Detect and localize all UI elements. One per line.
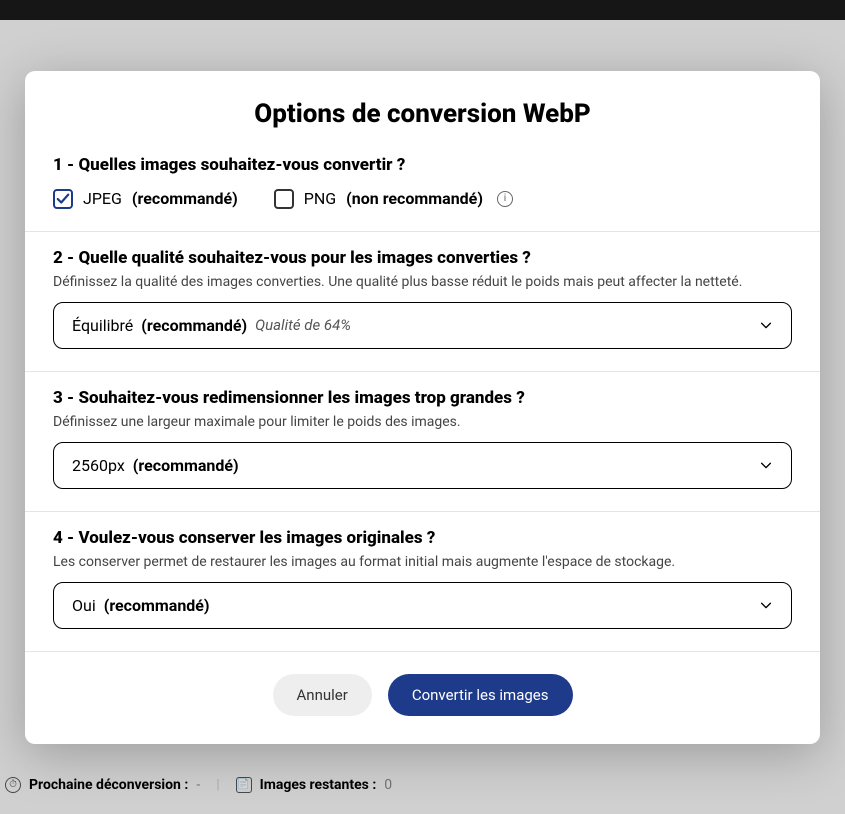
resize-value: 2560px: [72, 456, 125, 475]
chevron-down-icon: [759, 598, 773, 612]
section3-title: 3 - Souhaitez-vous redimensionner les im…: [53, 388, 792, 408]
section4-title: 4 - Voulez-vous conserver les images ori…: [53, 528, 792, 548]
section-resize: 3 - Souhaitez-vous redimensionner les im…: [25, 371, 820, 511]
info-icon[interactable]: i: [497, 191, 513, 207]
preserve-select[interactable]: Oui (recommandé): [53, 582, 792, 629]
png-checkbox-item[interactable]: PNG (non recommandé) i: [274, 189, 513, 209]
section4-desc: Les conserver permet de restaurer les im…: [53, 554, 792, 570]
png-label: PNG: [304, 189, 336, 208]
chevron-down-icon: [759, 318, 773, 332]
section-quality: 2 - Quelle qualité souhaitez-vous pour l…: [25, 231, 820, 371]
preserve-rec: (recommandé): [104, 596, 210, 615]
webp-conversion-modal: Options de conversion WebP 1 - Quelles i…: [25, 71, 820, 744]
resize-select[interactable]: 2560px (recommandé): [53, 442, 792, 489]
section1-title: 1 - Quelles images souhaitez-vous conver…: [53, 155, 792, 175]
section-preserve: 4 - Voulez-vous conserver les images ori…: [25, 511, 820, 651]
jpeg-label: JPEG: [83, 189, 122, 208]
modal-overlay[interactable]: Options de conversion WebP 1 - Quelles i…: [0, 0, 845, 814]
jpeg-rec: (recommandé): [132, 189, 238, 208]
jpeg-checkbox[interactable]: [53, 189, 73, 209]
quality-value: Équilibré: [72, 316, 133, 335]
resize-rec: (recommandé): [133, 456, 239, 475]
chevron-down-icon: [759, 458, 773, 472]
modal-title: Options de conversion WebP: [25, 71, 820, 147]
preserve-value: Oui: [72, 596, 96, 615]
modal-body: 1 - Quelles images souhaitez-vous conver…: [25, 147, 820, 651]
section3-desc: Définissez une largeur maximale pour lim…: [53, 414, 792, 430]
quality-select[interactable]: Équilibré (recommandé) Qualité de 64%: [53, 302, 792, 349]
png-rec: (non recommandé): [346, 189, 483, 208]
convert-button[interactable]: Convertir les images: [388, 674, 573, 716]
check-icon: [56, 192, 70, 206]
quality-sub: Qualité de 64%: [255, 316, 351, 334]
quality-rec: (recommandé): [141, 316, 247, 335]
section2-desc: Définissez la qualité des images convert…: [53, 274, 792, 290]
section2-title: 2 - Quelle qualité souhaitez-vous pour l…: [53, 248, 792, 268]
png-checkbox[interactable]: [274, 189, 294, 209]
jpeg-checkbox-item[interactable]: JPEG (recommandé): [53, 189, 238, 209]
modal-footer: Annuler Convertir les images: [25, 651, 820, 744]
section-image-types: 1 - Quelles images souhaitez-vous conver…: [25, 147, 820, 231]
cancel-button[interactable]: Annuler: [273, 674, 372, 716]
